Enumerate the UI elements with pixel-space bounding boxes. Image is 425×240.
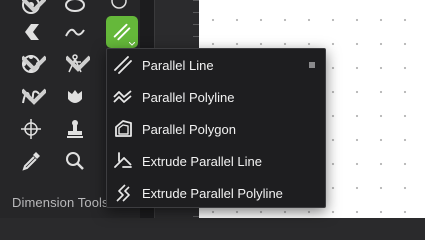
- curve-tool-icon[interactable]: [56, 17, 94, 47]
- eyedropper-tool-icon[interactable]: [12, 146, 50, 176]
- freehand-tool-icon[interactable]: [12, 82, 50, 112]
- sphere-tool-icon[interactable]: [12, 49, 50, 79]
- menu-item-parallel-polyline[interactable]: Parallel Polyline: [107, 81, 325, 113]
- extrude-parallel-polyline-icon: [116, 184, 130, 202]
- menu-item-parallel-line[interactable]: Parallel Line: [107, 49, 325, 81]
- menu-item-label: Extrude Parallel Line: [142, 153, 262, 169]
- chevron-down-icon: [129, 42, 135, 46]
- stamp-tool-icon[interactable]: [56, 114, 94, 144]
- text-tool-icon[interactable]: [100, 0, 138, 16]
- zoom-tool-icon[interactable]: [56, 146, 94, 176]
- menu-item-parallel-polygon[interactable]: Parallel Polygon: [107, 113, 325, 145]
- parallel-line-icon: [114, 56, 132, 74]
- selected-indicator: [309, 62, 315, 68]
- menu-item-extrude-parallel-line[interactable]: Extrude Parallel Line: [107, 145, 325, 177]
- parallel-line-tool-button[interactable]: [106, 16, 138, 48]
- mask-tool-icon[interactable]: [56, 82, 94, 112]
- shape-tool-icon[interactable]: [12, 17, 50, 47]
- parallel-polygon-icon: [115, 120, 132, 137]
- parallel-polyline-icon: [113, 90, 132, 103]
- menu-item-extrude-parallel-polyline[interactable]: Extrude Parallel Polyline: [107, 177, 325, 209]
- parallel-tools-menu: Parallel Line Parallel Polyline Parallel…: [106, 48, 326, 208]
- menu-item-label: Parallel Polygon: [142, 121, 236, 137]
- menu-item-label: Parallel Line: [142, 57, 214, 73]
- section-label: Dimension Tools: [12, 195, 109, 210]
- menu-item-label: Parallel Polyline: [142, 89, 235, 105]
- menu-item-label: Extrude Parallel Polyline: [142, 185, 283, 201]
- extrude-parallel-line-icon: [114, 152, 132, 168]
- target-tool-icon[interactable]: [12, 114, 50, 144]
- compass-tool-icon[interactable]: [56, 49, 94, 79]
- parallel-line-icon: [113, 23, 131, 41]
